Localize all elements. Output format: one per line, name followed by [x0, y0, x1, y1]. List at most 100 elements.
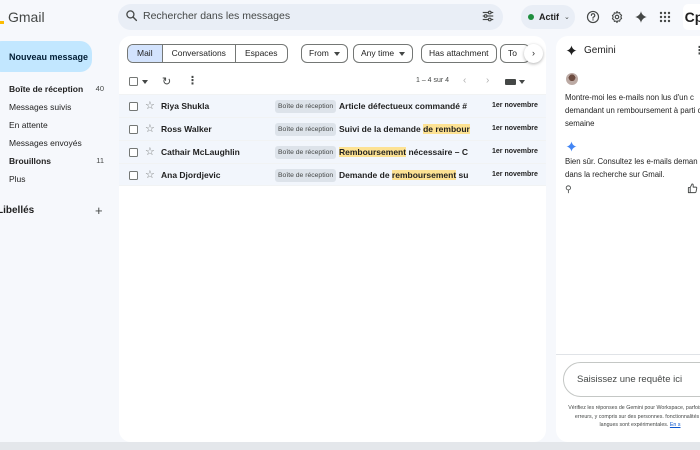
email-date: 1er novembre: [492, 102, 538, 109]
app-name: Gmail: [8, 9, 45, 25]
gemini-side-panel: Gemini ⋮ Montre-moi les e-mails non lus …: [556, 36, 700, 442]
divider: [556, 354, 700, 355]
email-sender: Cathair McLaughlin: [161, 147, 240, 157]
sidebar-item-label: Messages envoyés: [9, 138, 82, 148]
star-icon[interactable]: ☆: [145, 145, 155, 158]
user-avatar: [566, 73, 578, 85]
previous-page-icon[interactable]: ‹: [463, 75, 466, 86]
sidebar-item-sent[interactable]: Messages envoyés: [0, 134, 110, 152]
email-date: 1er novembre: [492, 171, 538, 178]
select-menu-caret-icon[interactable]: [142, 80, 148, 84]
email-list: ☆ Riya Shukla Boîte de réception Article…: [119, 94, 546, 186]
subject-text: Demande de: [339, 170, 392, 180]
status-label: Actif: [539, 12, 559, 22]
keyboard-layout-icon[interactable]: [505, 79, 516, 85]
status-dot-icon: [528, 14, 534, 20]
add-label-icon[interactable]: +: [95, 203, 103, 218]
tab-mail[interactable]: Mail: [128, 45, 163, 62]
sidebar-item-label: Brouillons: [9, 156, 52, 166]
more-vertical-icon[interactable]: ⋮: [694, 44, 700, 57]
email-row[interactable]: ☆ Cathair McLaughlin Boîte de réception …: [119, 140, 546, 163]
thumbs-up-icon[interactable]: [687, 183, 698, 196]
date-filter-chip[interactable]: Any time: [353, 44, 414, 63]
bottom-bar: [0, 442, 700, 450]
sidebar-item-starred[interactable]: Messages suivis: [0, 98, 110, 116]
caret-down-icon[interactable]: [519, 80, 525, 84]
email-date: 1er novembre: [492, 148, 538, 155]
subject-highlight: remboursement: [391, 170, 457, 180]
row-checkbox[interactable]: [129, 102, 138, 111]
sidebar-item-label: Messages suivis: [9, 102, 72, 112]
email-subject: Suivi de la demande de rembour: [339, 124, 471, 134]
chip-label: From: [309, 48, 329, 58]
gmail-logo[interactable]: Gmail: [0, 9, 45, 25]
gemini-response-message: Bien sûr. Consultez les e-mails deman da…: [565, 157, 698, 179]
email-sender: Ana Djordjevic: [161, 170, 221, 180]
search-icon[interactable]: [125, 9, 138, 27]
row-checkbox[interactable]: [129, 125, 138, 134]
sidebar-item-inbox[interactable]: Boîte de réception 40: [0, 80, 110, 98]
star-icon[interactable]: ☆: [145, 122, 155, 135]
inbox-label-badge[interactable]: Boîte de réception: [275, 146, 337, 159]
star-icon[interactable]: ☆: [145, 99, 155, 112]
unread-count: 40: [95, 84, 104, 93]
subject-highlight: de rembour: [423, 124, 470, 134]
settings-gear-icon[interactable]: [609, 9, 625, 25]
result-type-tabs: Mail Conversations Espaces: [127, 44, 288, 63]
gemini-sparkle-icon[interactable]: [633, 9, 649, 25]
chip-label: To: [508, 48, 517, 58]
chip-label: Has attachment: [429, 48, 489, 58]
row-checkbox[interactable]: [129, 171, 138, 180]
email-row[interactable]: ☆ Ross Walker Boîte de réception Suivi d…: [119, 117, 546, 140]
caret-down-icon: [333, 51, 340, 56]
chip-label: Any time: [361, 48, 395, 58]
learn-more-link[interactable]: En s: [670, 422, 681, 428]
sidebar-item-label: Plus: [9, 174, 26, 184]
search-input[interactable]: Rechercher dans les messages: [143, 10, 290, 22]
chevron-down-icon: ⌄: [564, 14, 570, 21]
next-page-icon[interactable]: ›: [486, 75, 489, 86]
gmail-logo-icon: [0, 10, 4, 24]
top-bar: Gmail Rechercher dans les messages Actif…: [0, 0, 700, 36]
attachment-filter-chip[interactable]: Has attachment: [421, 44, 497, 63]
gemini-header: Gemini: [566, 45, 616, 56]
email-subject: Demande de remboursement su: [339, 170, 471, 180]
row-checkbox[interactable]: [129, 148, 138, 157]
compose-button[interactable]: Nouveau message: [0, 41, 92, 72]
gemini-star-icon: [566, 45, 577, 56]
from-filter-chip[interactable]: From: [301, 44, 348, 63]
gemini-prompt-input[interactable]: Saisissez une requête ici: [563, 362, 700, 397]
apps-grid-icon[interactable]: [657, 9, 673, 25]
subject-text: Article défectueux commandé #: [339, 101, 468, 111]
search-refine-icon[interactable]: ⚲: [565, 184, 572, 195]
select-all-checkbox[interactable]: [129, 77, 138, 86]
sidebar-item-snoozed[interactable]: En attente: [0, 116, 110, 134]
email-subject: Remboursement nécessaire – C: [339, 147, 471, 157]
tab-spaces[interactable]: Espaces: [236, 45, 287, 62]
refresh-icon[interactable]: ↻: [162, 75, 171, 88]
search-options-icon[interactable]: [481, 9, 495, 28]
gemini-title: Gemini: [584, 45, 616, 56]
more-vertical-icon[interactable]: ⋮: [187, 74, 198, 87]
user-prompt-message: Montre-moi les e-mails non lus d'un c de…: [565, 93, 700, 128]
sidebar-item-label: En attente: [9, 120, 48, 130]
sidebar-item-more[interactable]: Plus: [0, 170, 110, 188]
search-bar[interactable]: Rechercher dans les messages: [118, 4, 503, 30]
sidebar-item-drafts[interactable]: Brouillons 11: [0, 152, 110, 170]
sidebar-item-label: Boîte de réception: [9, 84, 84, 94]
status-selector[interactable]: Actif ⌄: [521, 5, 575, 29]
email-date: 1er novembre: [492, 125, 538, 132]
email-sender: Ross Walker: [161, 124, 212, 134]
gemini-disclaimer: Vérifiez les réponses de Gemini pour Wor…: [565, 404, 700, 430]
email-row[interactable]: ☆ Riya Shukla Boîte de réception Article…: [119, 94, 546, 117]
inbox-label-badge[interactable]: Boîte de réception: [275, 100, 337, 113]
star-icon[interactable]: ☆: [145, 168, 155, 181]
subject-text: Suivi de la demande: [339, 124, 424, 134]
email-row[interactable]: ☆ Ana Djordjevic Boîte de réception Dema…: [119, 163, 546, 186]
tab-conversations[interactable]: Conversations: [163, 45, 236, 62]
inbox-label-badge[interactable]: Boîte de réception: [275, 123, 337, 136]
chevron-right-icon[interactable]: ›: [524, 44, 543, 63]
account-avatar[interactable]: Cp: [683, 4, 700, 30]
help-icon[interactable]: [585, 9, 601, 25]
inbox-label-badge[interactable]: Boîte de réception: [275, 169, 337, 182]
